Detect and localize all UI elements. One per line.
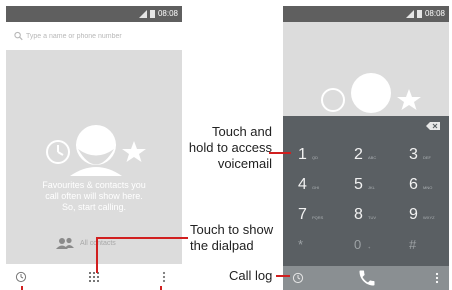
favourites-empty-message: Favourites & contacts you call often wil… [42, 180, 146, 212]
dialpad-key-2[interactable]: 2 ABC [345, 144, 395, 170]
dialpad-key-8[interactable]: 8 TUV [345, 204, 395, 230]
bottom-action-bar [6, 264, 182, 290]
dialpad-callout-line-vertical [96, 237, 98, 273]
call-button[interactable] [353, 266, 381, 290]
signal-icon [405, 10, 414, 18]
status-bar: 08:08 [6, 6, 182, 22]
dialpad-key-6[interactable]: 6 MNO [400, 174, 449, 200]
star-icon [397, 89, 421, 110]
status-bar: 08:08 [283, 6, 449, 22]
more-options-tab[interactable] [427, 266, 447, 290]
clock-icon [321, 88, 345, 112]
voicemail-callout: Touch and hold to access voicemail [188, 124, 272, 171]
dialpad-key-star[interactable]: * [289, 234, 339, 260]
favourites-illustration [46, 125, 146, 176]
dialpad: 1 QD 2 ABC 3 DEF 4 GHI 5 JKL 6 MNO 7 PQR… [283, 116, 449, 266]
search-bar[interactable] [6, 22, 182, 51]
status-clock: 08:08 [157, 9, 178, 18]
backspace-icon[interactable] [426, 122, 440, 130]
avatar-icon [351, 73, 391, 113]
call-log-tab-marker [21, 286, 23, 290]
dialpad-key-hash[interactable]: # [400, 234, 449, 260]
dialpad-key-4[interactable]: 4 GHI [289, 174, 339, 200]
dialpad-callout-line [96, 237, 188, 239]
status-clock: 08:08 [424, 9, 445, 18]
dialpad-key-1[interactable]: 1 QD [289, 144, 339, 170]
right-phone-screen: 08:08 1 QD 2 ABC 3 DEF 4 GHI 5 JKL 6 MNO… [283, 6, 449, 290]
call-log-callout: Call log [229, 268, 273, 283]
dialpad-key-9[interactable]: 9 WXYZ [400, 204, 449, 230]
call-log-tab[interactable] [283, 266, 313, 290]
clock-icon [46, 140, 70, 164]
search-icon [14, 31, 23, 41]
signal-icon [138, 10, 147, 18]
clock-icon [15, 271, 27, 283]
voicemail-callout-line [269, 152, 291, 154]
left-phone-screen: 08:08 Favourites & contacts you [6, 6, 182, 290]
search-input[interactable] [26, 30, 176, 42]
star-icon [122, 141, 146, 162]
dialpad-key-3[interactable]: 3 DEF [400, 144, 449, 170]
phone-icon [359, 270, 375, 286]
favourites-empty-area: Favourites & contacts you call often wil… [6, 50, 182, 264]
dialpad-action-bar [283, 266, 449, 290]
call-log-callout-line [276, 275, 290, 277]
more-options-tab[interactable] [152, 264, 176, 290]
avatar-icon [70, 125, 122, 176]
dialpad-callout: Touch to show the dialpad [190, 222, 274, 253]
more-vert-icon [435, 272, 439, 284]
battery-icon [416, 10, 422, 18]
clock-icon [292, 272, 304, 284]
dialpad-key-5[interactable]: 5 JKL [345, 174, 395, 200]
contacts-icon [56, 237, 74, 249]
dialpad-tab[interactable] [80, 264, 108, 290]
dialpad-key-0[interactable]: 0 + [345, 234, 395, 260]
battery-icon [149, 10, 155, 18]
more-options-tab-marker [160, 286, 162, 290]
dialpad-key-7[interactable]: 7 PQRS [289, 204, 339, 230]
more-vert-icon [162, 271, 166, 283]
dialpad-icon [89, 272, 99, 282]
